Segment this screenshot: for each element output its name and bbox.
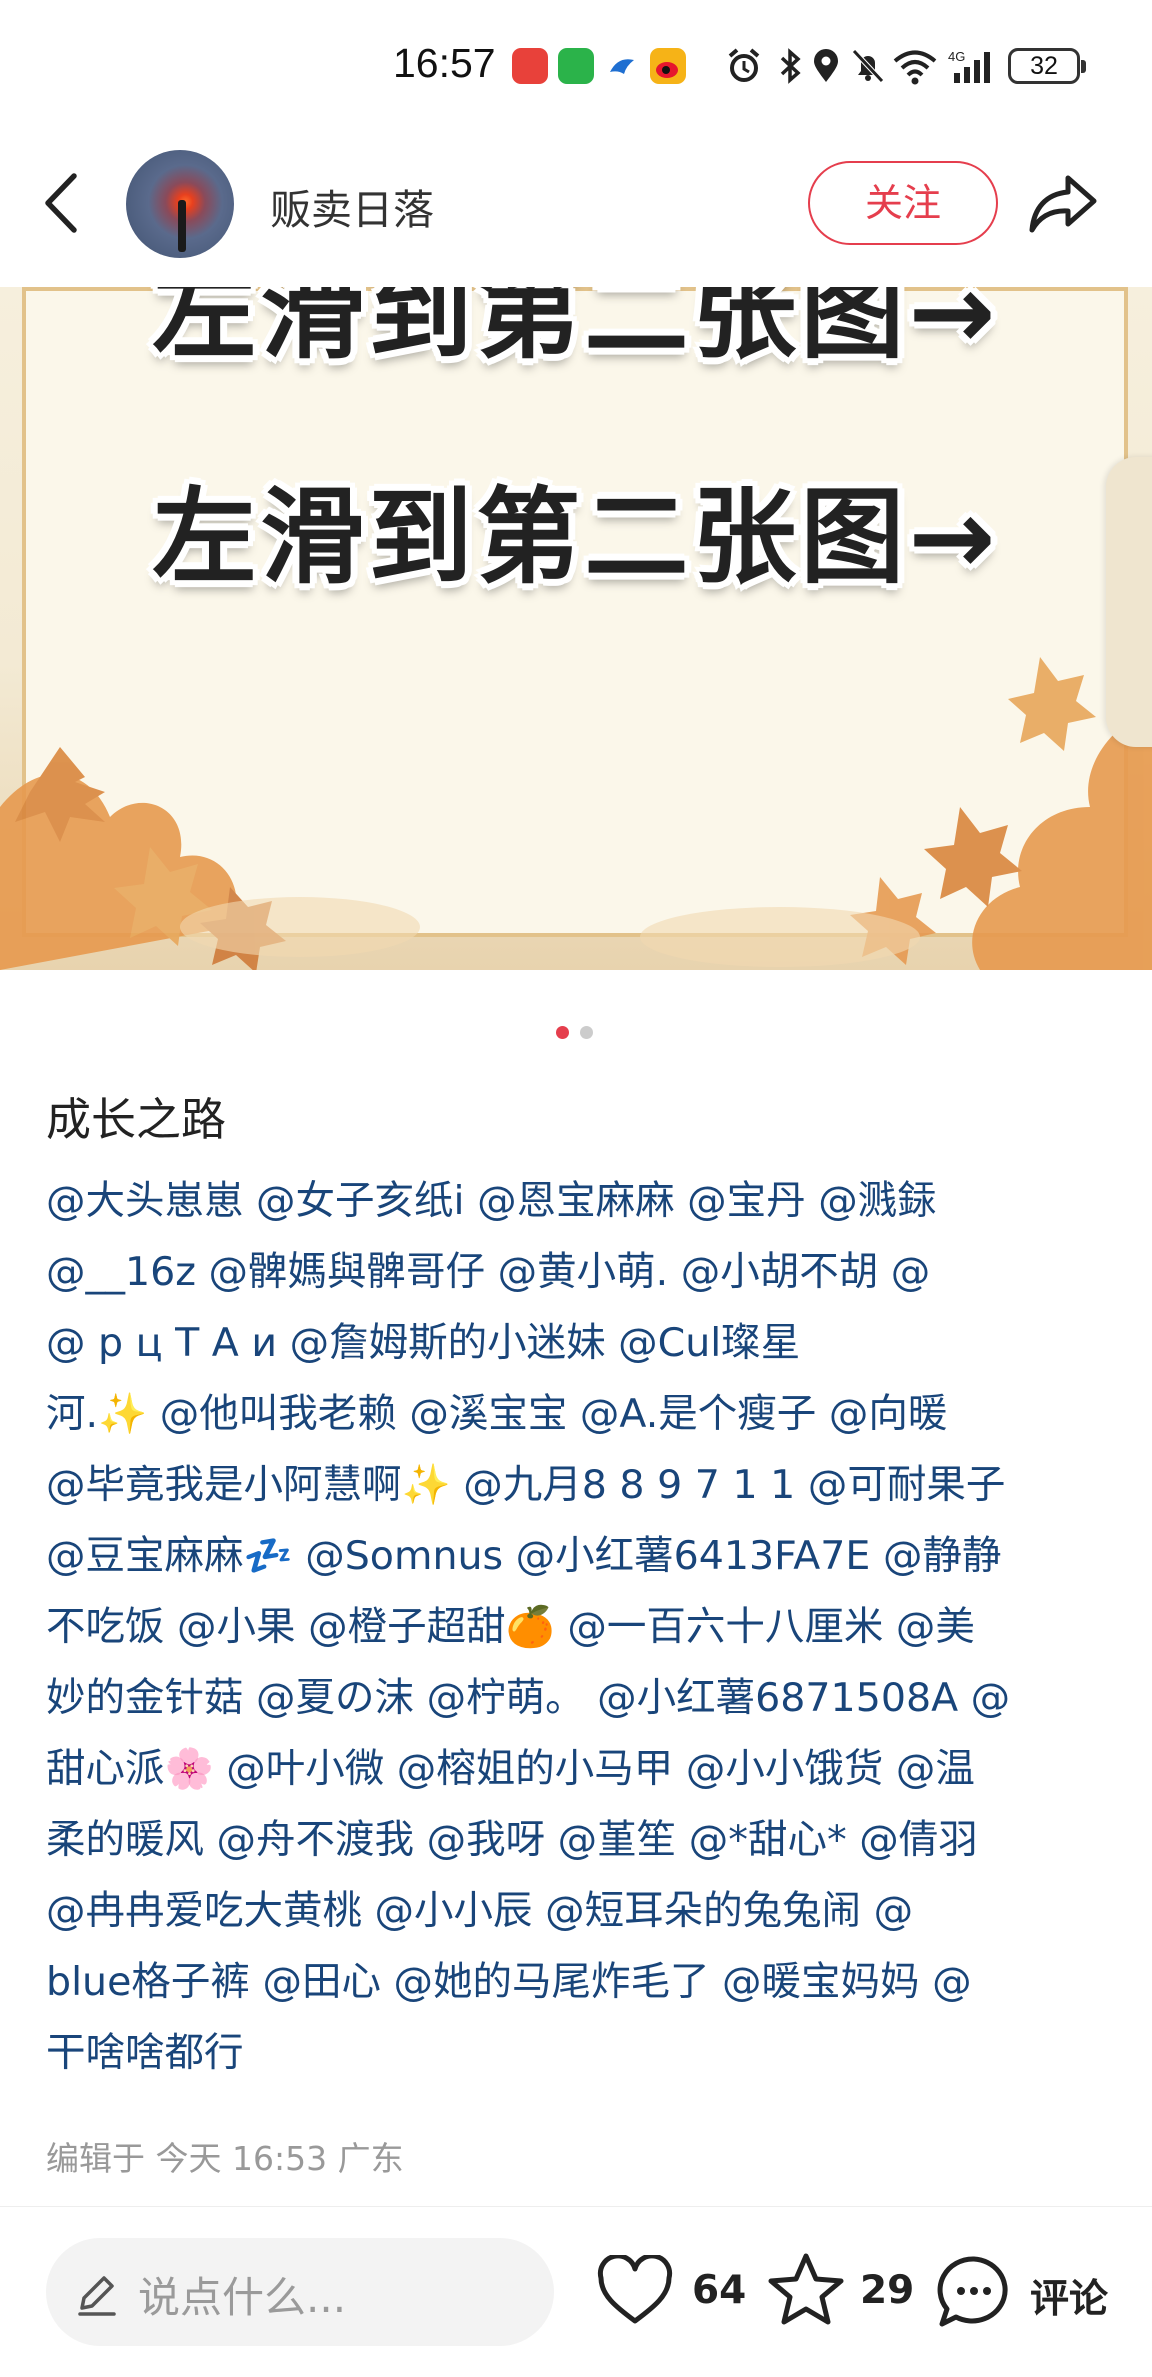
post-title: 成长之路 — [46, 1093, 227, 1146]
weibo-icon — [650, 48, 686, 84]
chevron-left-icon — [45, 173, 77, 233]
status-time: 16:57 — [393, 40, 496, 86]
like-button[interactable] — [596, 2255, 674, 2327]
wifi-icon — [893, 50, 937, 85]
collect-button[interactable] — [766, 2250, 846, 2330]
star-icon — [768, 2253, 844, 2325]
next-image-peek[interactable] — [1106, 457, 1152, 747]
cellular-signal-icon: 4G — [948, 49, 990, 83]
network-type-label: 4G — [948, 49, 965, 64]
post-body-mentions[interactable]: @大头崽崽 @女子亥纸i @恩宝麻麻 @宝丹 @溅銾 @__16z @髀媽與髀哥… — [46, 1166, 1116, 2089]
wechat-icon — [558, 48, 594, 84]
app-notification-icon — [512, 48, 548, 84]
share-arrow-icon — [1029, 175, 1097, 233]
post-edit-meta: 编辑于 今天 16:53 广东 — [46, 2139, 404, 2178]
author-name[interactable]: 贩卖日落 — [270, 176, 434, 236]
autumn-leaves-decoration — [0, 657, 1152, 970]
cover-text-partial: 左滑到第二张图→ — [152, 287, 1000, 373]
post-image-carousel[interactable]: 左滑到第二张图→ 左滑到第二张图→ — [0, 287, 1152, 970]
status-bar: 16:57 4G 32 — [0, 0, 1152, 135]
bird-app-icon — [604, 48, 640, 84]
alarm-icon — [728, 48, 760, 82]
heart-icon — [597, 2255, 673, 2324]
battery-tip — [1081, 60, 1086, 73]
mute-bell-icon — [852, 49, 884, 83]
comment-button[interactable] — [936, 2254, 1012, 2330]
page-dot-active — [556, 1026, 569, 1039]
pencil-icon — [78, 2276, 116, 2316]
location-icon — [814, 49, 838, 82]
carousel-page-indicator — [556, 1026, 596, 1040]
comment-label[interactable]: 评论 — [1030, 2268, 1108, 2324]
share-button[interactable] — [1026, 168, 1100, 238]
battery-indicator: 32 — [1008, 48, 1080, 84]
cover-text: 左滑到第二张图→ — [152, 476, 1000, 598]
follow-button[interactable]: 关注 — [808, 161, 998, 245]
page-dot-inactive — [580, 1026, 593, 1039]
bluetooth-icon — [780, 48, 801, 84]
like-count: 64 — [692, 2268, 747, 2313]
avatar-figure — [178, 200, 186, 252]
back-button[interactable] — [36, 168, 90, 238]
collect-count: 29 — [860, 2268, 915, 2313]
comment-placeholder[interactable]: 说点什么... — [138, 2264, 346, 2325]
